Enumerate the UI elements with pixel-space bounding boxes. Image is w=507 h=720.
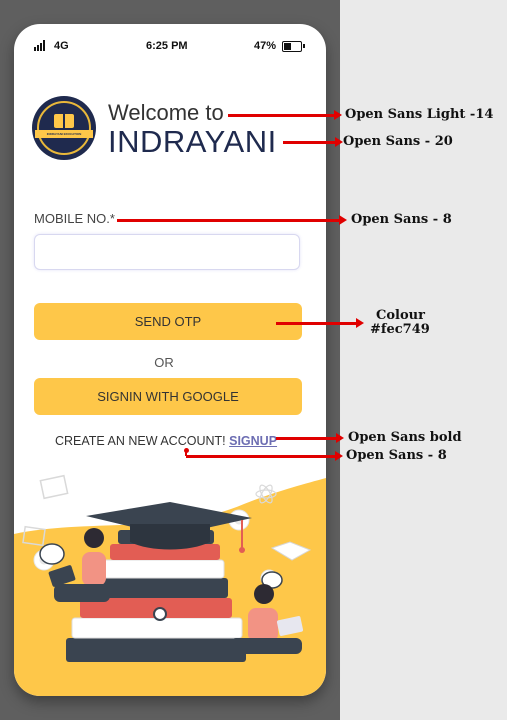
create-font-annotation: Open Sans - 8 (346, 448, 447, 463)
signal-icon (34, 40, 45, 51)
signup-link[interactable]: SIGNUP (229, 434, 277, 448)
mobile-label: MOBILE NO.* (34, 211, 115, 226)
mobile-font-annotation: Open Sans - 8 (351, 212, 452, 227)
create-account-text: CREATE AN NEW ACCOUNT! (55, 434, 226, 448)
brand-font-annotation: Open Sans - 20 (343, 134, 453, 149)
logo-text: INDRAYANI EDUCATION (35, 130, 93, 138)
mobile-input[interactable] (34, 234, 300, 270)
phone-screen: 4G 6:25 PM 47% INDRAYANI EDUCATION Welco… (14, 24, 326, 696)
or-divider: OR (154, 355, 174, 370)
signin-google-button[interactable]: SIGNIN WITH GOOGLE (34, 378, 302, 415)
logo-icon: INDRAYANI EDUCATION (32, 96, 96, 160)
send-otp-button[interactable]: SEND OTP (34, 303, 302, 340)
brand-title: INDRAYANI (108, 124, 277, 159)
welcome-font-annotation: Open Sans Light -14 (345, 107, 494, 122)
clock: 6:25 PM (146, 40, 188, 52)
colour-annotation-value: #fec749 (370, 322, 430, 337)
status-bar: 4G 6:25 PM 47% (14, 40, 326, 56)
study-illustration (14, 474, 326, 696)
signup-font-annotation: Open Sans bold (348, 430, 462, 445)
battery-percent: 47% (254, 40, 277, 52)
battery-icon (282, 41, 302, 52)
create-account-prompt: CREATE AN NEW ACCOUNT! SIGNUP (55, 434, 277, 448)
welcome-text: Welcome to (108, 100, 224, 125)
network-type: 4G (54, 40, 69, 52)
colour-annotation-label: Colour (376, 308, 425, 323)
